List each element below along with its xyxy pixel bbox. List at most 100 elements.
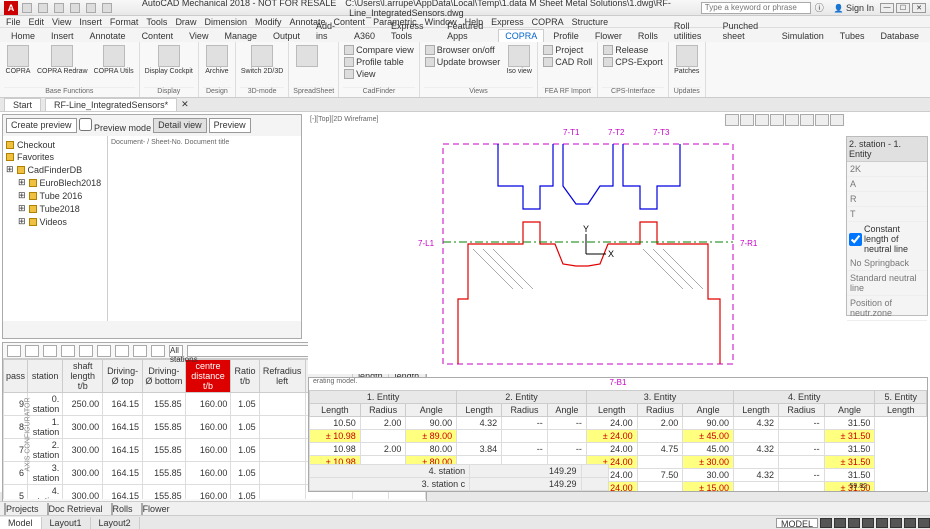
- menu-tools[interactable]: Tools: [146, 17, 167, 27]
- ws-icon[interactable]: [918, 518, 930, 528]
- qat-print-icon[interactable]: [102, 3, 112, 13]
- prop-row[interactable]: 2K: [847, 162, 927, 177]
- copra-button[interactable]: COPRA: [4, 44, 32, 76]
- nav-first-icon[interactable]: [7, 345, 21, 357]
- tool1-icon[interactable]: [79, 345, 93, 357]
- close-button[interactable]: ✕: [912, 3, 926, 13]
- prop-row[interactable]: A: [847, 177, 927, 192]
- signin-button[interactable]: 👤 Sign In: [834, 3, 874, 13]
- create-preview-button[interactable]: Create preview: [6, 118, 77, 133]
- ribtab-featured-apps[interactable]: Featured Apps: [440, 19, 496, 42]
- tool3-icon[interactable]: [115, 345, 129, 357]
- springback-row[interactable]: No Springback: [847, 256, 927, 271]
- copra-utils-button[interactable]: COPRA Utils: [93, 44, 135, 76]
- menu-dimension[interactable]: Dimension: [204, 17, 247, 27]
- menu-edit[interactable]: Edit: [29, 17, 45, 27]
- menu-format[interactable]: Format: [110, 17, 139, 27]
- copra-redraw-button[interactable]: COPRA Redraw: [36, 44, 89, 76]
- cps-export-button[interactable]: CPS-Export: [602, 56, 664, 68]
- tree-item[interactable]: ⊞ Tube 2016: [6, 189, 104, 202]
- tab-start[interactable]: Start: [4, 98, 41, 111]
- ribtab-express-tools[interactable]: Express Tools: [384, 19, 438, 42]
- nav-last-icon[interactable]: [61, 345, 75, 357]
- menu-insert[interactable]: Insert: [79, 17, 102, 27]
- menu-structure[interactable]: Structure: [572, 17, 609, 27]
- infocenter-icon[interactable]: ⓘ: [815, 1, 824, 14]
- maximize-button[interactable]: ☐: [896, 3, 910, 13]
- new-tab-button[interactable]: ✕: [181, 99, 189, 110]
- switch-2d3d-button[interactable]: Switch 2D/3D: [240, 44, 284, 76]
- tree-item[interactable]: Favorites: [6, 151, 104, 163]
- ribtab-simulation[interactable]: Simulation: [775, 29, 831, 42]
- ortho-icon[interactable]: [848, 518, 860, 528]
- ribtab-add-ins[interactable]: Add-ins: [309, 19, 345, 42]
- status-rolls[interactable]: Rolls: [111, 504, 133, 514]
- menu-file[interactable]: File: [6, 17, 21, 27]
- preview-mode-checkbox[interactable]: Preview mode: [79, 118, 152, 133]
- ribtab-manage[interactable]: Manage: [217, 29, 264, 42]
- compare-view-button[interactable]: Compare view: [343, 44, 415, 56]
- preview-button[interactable]: Preview: [209, 118, 251, 133]
- ribtab-roll-utilities[interactable]: Roll utilities: [667, 19, 714, 42]
- ribtab-insert[interactable]: Insert: [44, 29, 81, 42]
- tool5-icon[interactable]: [151, 345, 165, 357]
- spreadsheet-button[interactable]: [293, 44, 321, 68]
- layout-tab-model[interactable]: Model: [0, 517, 42, 529]
- iso-view-button[interactable]: Iso view: [505, 44, 533, 76]
- tree-item[interactable]: ⊞ EuroBlech2018: [6, 176, 104, 189]
- cad-roll-button[interactable]: CAD Roll: [542, 56, 593, 68]
- ribtab-tubes[interactable]: Tubes: [833, 29, 872, 42]
- release-button[interactable]: Release: [602, 44, 664, 56]
- tree-item[interactable]: ⊞ CadFinderDB: [6, 163, 104, 176]
- nav-next-icon[interactable]: [43, 345, 57, 357]
- menu-draw[interactable]: Draw: [175, 17, 196, 27]
- patches-button[interactable]: Patches: [673, 44, 701, 76]
- browser-toggle-button[interactable]: Browser on/off: [424, 44, 502, 56]
- status-projects[interactable]: Projects: [4, 504, 39, 514]
- archive-button[interactable]: Archive: [203, 44, 231, 76]
- tree-item[interactable]: Checkout: [6, 139, 104, 151]
- search-input[interactable]: [701, 2, 811, 14]
- ribtab-rolls[interactable]: Rolls: [631, 29, 665, 42]
- constant-length-checkbox[interactable]: Constant length of neutral line: [847, 222, 927, 256]
- grid-icon[interactable]: [820, 518, 832, 528]
- minimize-button[interactable]: —: [880, 3, 894, 13]
- lwt-icon[interactable]: [890, 518, 902, 528]
- prop-row[interactable]: T: [847, 207, 927, 222]
- qat-open-icon[interactable]: [38, 3, 48, 13]
- tree-view[interactable]: Checkout Favorites⊞ CadFinderDB⊞ EuroBle…: [3, 136, 108, 321]
- station-mini-grid[interactable]: 4. station149.293. station c149.29: [309, 464, 609, 491]
- ribtab-content[interactable]: Content: [135, 29, 181, 42]
- tool4-icon[interactable]: [133, 345, 147, 357]
- nav-prev-icon[interactable]: [25, 345, 39, 357]
- anno-icon[interactable]: [904, 518, 916, 528]
- tree-item[interactable]: ⊞ Videos: [6, 215, 104, 228]
- tree-item[interactable]: ⊞ Tube2018: [6, 202, 104, 215]
- menu-modify[interactable]: Modify: [255, 17, 282, 27]
- ribtab-database[interactable]: Database: [873, 29, 926, 42]
- tool2-icon[interactable]: [97, 345, 111, 357]
- ribtab-output[interactable]: Output: [266, 29, 307, 42]
- project-button[interactable]: Project: [542, 44, 593, 56]
- status-doc-retrieval[interactable]: Doc Retrieval: [47, 504, 103, 514]
- profile-table-button[interactable]: Profile table: [343, 56, 415, 68]
- drawing-viewport[interactable]: [-][Top][2D Wireframe]: [308, 114, 848, 374]
- osnap-icon[interactable]: [876, 518, 888, 528]
- ribtab-flower[interactable]: Flower: [588, 29, 629, 42]
- snap-icon[interactable]: [834, 518, 846, 528]
- qat-save-icon[interactable]: [54, 3, 64, 13]
- layout-tab-layout1[interactable]: Layout1: [42, 517, 91, 529]
- ribtab-home[interactable]: Home: [4, 29, 42, 42]
- qat-undo-icon[interactable]: [70, 3, 80, 13]
- status-flower[interactable]: Flower: [141, 504, 170, 514]
- prop-row[interactable]: R: [847, 192, 927, 207]
- qat-new-icon[interactable]: [22, 3, 32, 13]
- ribtab-view[interactable]: View: [182, 29, 215, 42]
- update-browser-button[interactable]: Update browser: [424, 56, 502, 68]
- tab-drawing[interactable]: RF-Line_IntegratedSensors*: [45, 98, 177, 111]
- ribtab-copra[interactable]: COPRA: [498, 29, 544, 42]
- ribtab-a360[interactable]: A360: [347, 29, 382, 42]
- polar-icon[interactable]: [862, 518, 874, 528]
- model-label[interactable]: MODEL: [776, 518, 818, 528]
- ribtab-annotate[interactable]: Annotate: [83, 29, 133, 42]
